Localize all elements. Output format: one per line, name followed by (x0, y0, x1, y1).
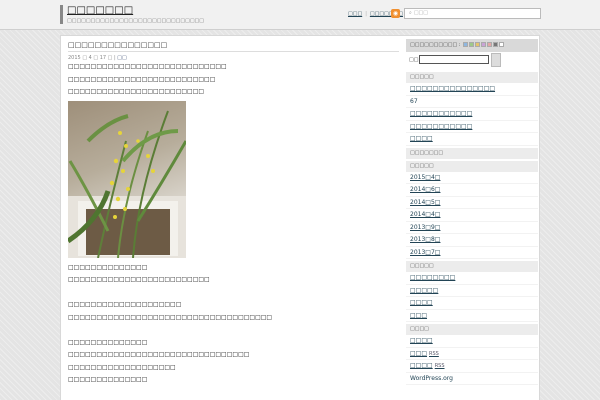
sidebar-item[interactable]: □□□□ (406, 335, 538, 348)
sidebar-item[interactable]: 2015□4□ (406, 172, 538, 184)
rss-feed-icon[interactable]: ◉ (391, 9, 400, 18)
rss-tag: RSS (429, 350, 439, 357)
widget-heading: □□□□□ (406, 261, 538, 272)
swatch-row (462, 42, 505, 48)
sidebar: □□□□□□□□□□ : □□ □□□□□ □□□□□□□□□□□□□□□ 67 □□… (406, 39, 538, 385)
sidebar-item-label: □□□ (410, 311, 428, 319)
color-swatch[interactable] (487, 42, 493, 47)
sidebar-item[interactable]: □□□□ RSS (406, 360, 538, 373)
sidebar-item[interactable]: □□□□□□□□ (406, 272, 538, 285)
post-paragraph (68, 324, 399, 337)
sidebar-item-label: 2013□9□ (410, 223, 441, 231)
sidebar-item-label: 67 (410, 97, 418, 105)
sidebar-search-label: □□ (409, 57, 419, 63)
sidebar-item-label: □□□□□□□□□□□ (410, 110, 473, 117)
sidebar-item[interactable]: □□□□□□□□□□□ (406, 108, 538, 121)
nav-separator: | (365, 11, 367, 17)
post-photo-plant[interactable] (68, 100, 186, 258)
sidebar-item-label: □□□□□□□□ (410, 274, 456, 281)
sidebar-item[interactable]: WordPress.org (406, 373, 538, 385)
nav-link-home[interactable]: □□□ (348, 11, 362, 17)
post-paragraph: □□□□□□□□□□□□□□□□□□□□□□□□□□□□ (68, 63, 227, 70)
color-swatch[interactable] (499, 42, 505, 47)
sidebar-widgets: □□□□□ □□□□□□□□□□□□□□□ 67 □□□□□□□□□□□ □□□□□□□… (406, 72, 538, 385)
sidebar-item-label: WordPress.org (410, 374, 453, 382)
post-paragraph: □□□□□□□□□□□□□□□□□□□ (68, 363, 176, 371)
sidebar-item-label: 2014□6□ (410, 186, 441, 193)
sidebar-item[interactable]: 2014□6□ (406, 184, 538, 197)
post-body-top: □□□□□□□□□□□□□□□□□□□□□□□□□□□□ □□□□□□□□□□□□… (68, 61, 399, 99)
color-swatch[interactable] (481, 42, 487, 47)
sidebar-item[interactable]: 2013□8□ (406, 234, 538, 247)
post-paragraph (68, 287, 399, 300)
sidebar-item[interactable]: 2014□5□ (406, 197, 538, 209)
sidebar-item-label: □□□□ (410, 299, 433, 306)
sidebar-item[interactable]: □□□□□□□□□□□ (406, 121, 538, 133)
main-content: □□□□□□□□□□□□□□□ 2015 □ 4 □ 17 □ | □□ □□□… (68, 41, 399, 387)
sidebar-item[interactable]: □□□□ (406, 133, 538, 146)
color-swatch[interactable] (475, 42, 481, 47)
title-accent-bar (60, 5, 63, 24)
blog-title-link[interactable]: □□□□□□□ (67, 5, 133, 16)
header-search-input[interactable]: ⌕ □□□ (404, 8, 541, 19)
post-paragraph: □□□□□□□□□□□□□□□□□□□□ (68, 301, 182, 308)
color-swatch[interactable] (493, 42, 499, 47)
color-swatch[interactable] (463, 42, 469, 47)
post-paragraph: □□□□□□□□□□□□□□ (68, 376, 148, 383)
sidebar-item-label: □□□□ (410, 135, 433, 142)
sidebar-item-label: □□□□ (410, 337, 433, 344)
theme-color-switcher: □□□□□□□□□□ : (406, 39, 538, 52)
widget-heading: □□□□□□□ (406, 147, 538, 159)
post-title-link[interactable]: □□□□□□□□□□□□□□□ (68, 41, 399, 52)
sidebar-item[interactable]: □□□□□ (406, 285, 538, 297)
search-icon: ⌕ (409, 10, 412, 16)
sidebar-item[interactable]: □□□□ (406, 297, 538, 310)
search-placeholder: □□□ (413, 10, 428, 16)
post-paragraph: □□□□□□□□□□□□□□□□□□□□□□□□□□□□□□□□ (68, 351, 250, 358)
widget-heading: □□□□□ (406, 72, 538, 83)
sidebar-item[interactable]: 2013□9□ (406, 222, 538, 234)
sidebar-item-label: 2013□7□ (410, 248, 441, 256)
sidebar-item-label: □□□□ (410, 362, 433, 369)
sidebar-item-label: □□□□□□□□□□□ (410, 122, 473, 130)
widget-heading: □□□□ (406, 324, 538, 335)
sidebar-item[interactable]: □□□ RSS (406, 348, 538, 360)
post-paragraph: □□□□□□□□□□□□□□□□□□□□□□□□□ (68, 276, 210, 283)
sidebar-item-label: □□□□□ (410, 286, 439, 294)
sidebar-item-label: □□□ (410, 349, 428, 357)
post-paragraph: □□□□□□□□□□□□□□ (68, 338, 148, 346)
sidebar-search-button[interactable] (491, 53, 501, 67)
post-paragraph: □□□□□□□□□□□□□□ (68, 263, 148, 271)
sidebar-search-input[interactable] (419, 55, 489, 64)
plant-photo-graphic (68, 110, 186, 258)
sidebar-item-label: 2013□8□ (410, 236, 441, 243)
post-paragraph: □□□□□□□□□□□□□□□□□□□□□□□□ (68, 88, 205, 95)
post-paragraph: □□□□□□□□□□□□□□□□□□□□□□□□□□□□□□□□□□□□ (68, 313, 273, 321)
post-body-bottom: □□□□□□□□□□□□□□ □□□□□□□□□□□□□□□□□□□□□□□□□ □… (68, 262, 399, 387)
page-container: □□□□□□□□□□□□□□□ 2015 □ 4 □ 17 □ | □□ □□□… (60, 35, 540, 400)
sidebar-item[interactable]: □□□ (406, 310, 538, 322)
color-swatch[interactable] (469, 42, 475, 47)
sidebar-item[interactable]: 2014□4□ (406, 209, 538, 222)
sidebar-item-label: □□□□□□□□□□□□□□□ (410, 85, 496, 92)
sidebar-item[interactable]: □□□□□□□□□□□□□□□ (406, 83, 538, 96)
sidebar-item-label: 2014□5□ (410, 198, 441, 206)
post-paragraph: □□□□□□□□□□□□□□□□□□□□□□□□□□ (68, 75, 216, 83)
rss-tag: RSS (434, 363, 445, 369)
blog-description: □□□□□□□□□□□□□□□□□□□□□□□□□□□□□ (67, 18, 204, 24)
sidebar-search: □□ (406, 52, 538, 70)
sidebar-item-label: 2014□4□ (410, 211, 441, 218)
theme-label: □□□□□□□□□□ : (410, 42, 461, 48)
sidebar-item[interactable]: 67 (406, 96, 538, 108)
sidebar-item-label: 2015□4□ (410, 173, 441, 181)
widget-heading: □□□□□ (406, 160, 538, 172)
site-header: □□□□□□□ □□□□□□□□□□□□□□□□□□□□□□□□□□□□□ □□… (0, 0, 600, 30)
sidebar-item[interactable]: 2013□7□ (406, 247, 538, 259)
